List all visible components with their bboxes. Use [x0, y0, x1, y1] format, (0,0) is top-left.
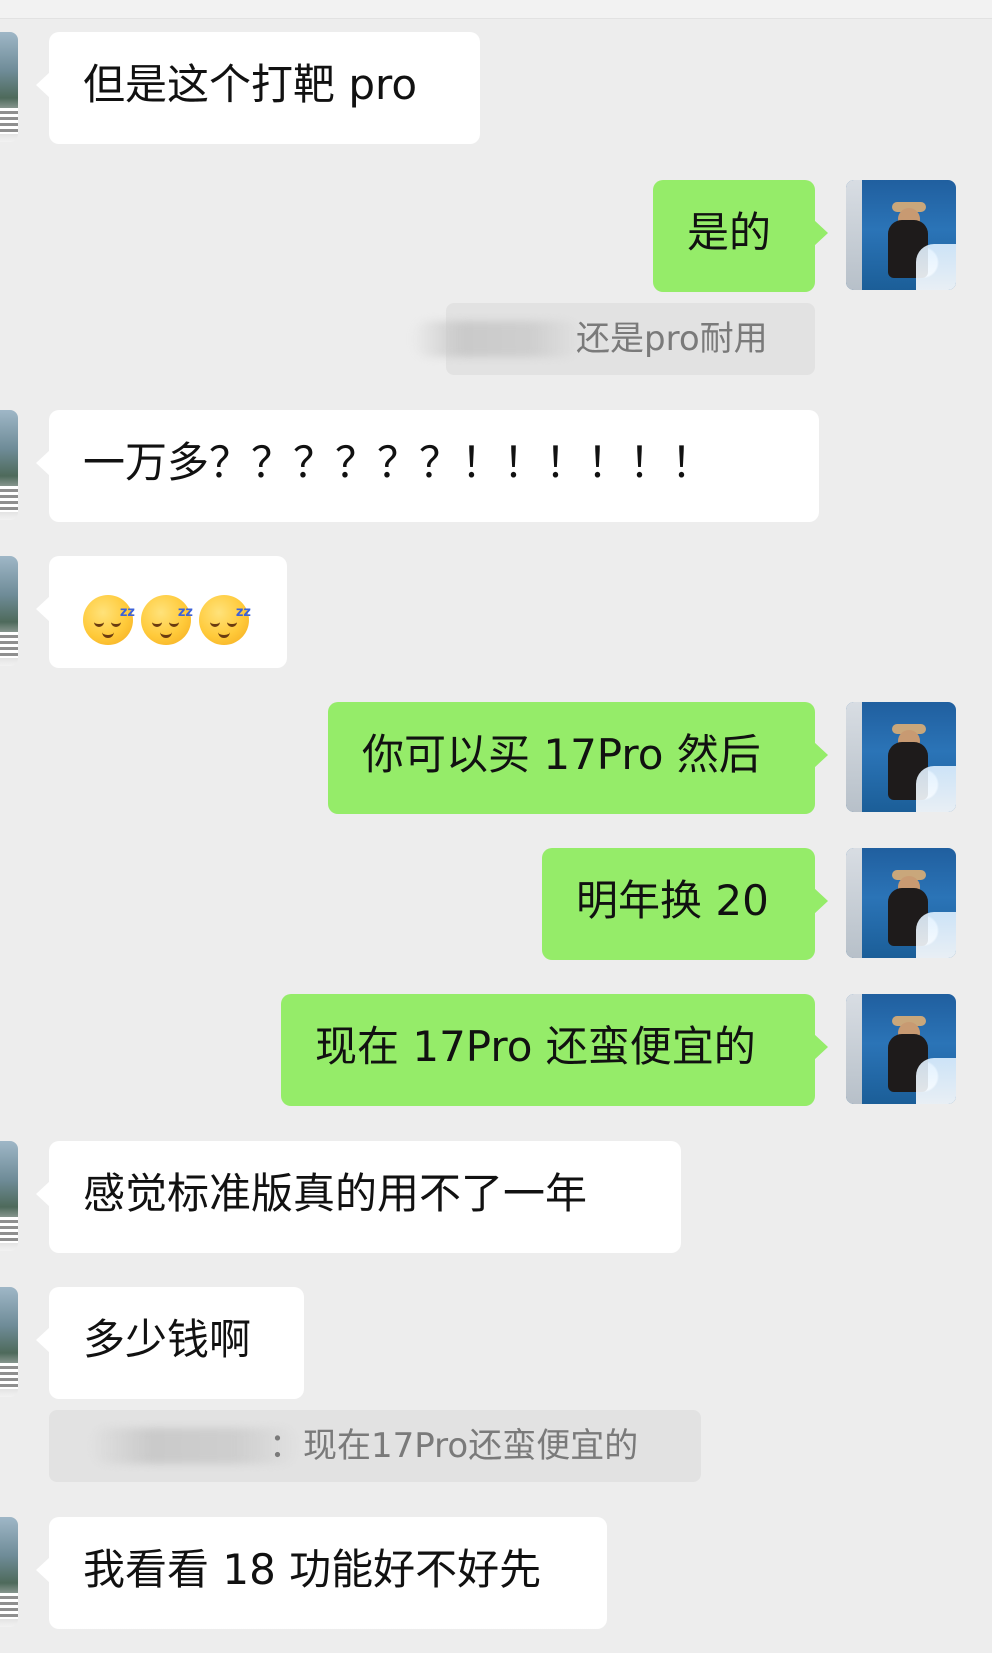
contact-avatar[interactable]: [0, 1287, 18, 1397]
message-text: 但是这个打靶 pro: [83, 60, 418, 109]
message-text: 我看看 18 功能好不好先: [83, 1545, 542, 1594]
avatar-railing: [846, 848, 862, 958]
quoted-reply[interactable]: 还是pro耐用: [412, 303, 815, 375]
blurred-sender-name: [412, 321, 582, 357]
message-bubble-outgoing[interactable]: 现在 17Pro 还蛮便宜的: [281, 994, 828, 1106]
contact-avatar[interactable]: [0, 410, 18, 520]
avatar-railing: [846, 180, 862, 290]
my-avatar[interactable]: [846, 994, 956, 1104]
message-bubble-incoming[interactable]: 一万多？？？？？？！！！！！！: [36, 410, 819, 522]
blurred-sender-name: [89, 1428, 299, 1464]
message-bubble-outgoing[interactable]: 明年换 20: [542, 848, 828, 960]
message-text: 感觉标准版真的用不了一年: [83, 1169, 588, 1218]
my-avatar[interactable]: [846, 180, 956, 290]
contact-avatar[interactable]: [0, 32, 18, 142]
my-avatar[interactable]: [846, 702, 956, 812]
bottom-fade: [0, 1628, 992, 1653]
message-text: 一万多？？？？？？！！！！！！: [83, 438, 714, 487]
contact-avatar[interactable]: [0, 1141, 18, 1251]
message-text: 你可以买 17Pro 然后: [362, 730, 761, 779]
avatar-railing: [846, 994, 862, 1104]
message-bubble-incoming[interactable]: zz zz zz: [36, 556, 287, 668]
quoted-text: 还是pro耐用: [576, 319, 768, 359]
message-text: 明年换 20: [576, 876, 769, 925]
contact-avatar[interactable]: [0, 1517, 18, 1627]
quoted-reply[interactable]: ：现在17Pro还蛮便宜的: [49, 1410, 701, 1482]
avatar-sea-foam: [916, 1058, 956, 1104]
message-text: 现在 17Pro 还蛮便宜的: [315, 1022, 756, 1071]
sleeping-face-emoji: zz: [141, 594, 193, 645]
message-bubble-incoming[interactable]: 感觉标准版真的用不了一年: [36, 1141, 681, 1253]
message-bubble-incoming[interactable]: 但是这个打靶 pro: [36, 32, 480, 144]
top-divider: [0, 0, 992, 19]
message-bubble-incoming[interactable]: 多少钱啊: [36, 1287, 304, 1399]
message-bubble-incoming[interactable]: 我看看 18 功能好不好先: [36, 1517, 607, 1629]
contact-avatar[interactable]: [0, 556, 18, 666]
quoted-text: ：现在17Pro还蛮便宜的: [269, 1426, 639, 1466]
my-avatar[interactable]: [846, 848, 956, 958]
message-text: 是的: [687, 208, 772, 257]
message-bubble-outgoing[interactable]: 是的: [653, 180, 828, 292]
sleeping-face-emoji: zz: [83, 594, 135, 645]
avatar-railing: [846, 702, 862, 812]
avatar-sea-foam: [916, 766, 956, 812]
message-bubble-outgoing[interactable]: 你可以买 17Pro 然后: [328, 702, 828, 814]
sleeping-face-emoji: zz: [199, 594, 251, 645]
avatar-sea-foam: [916, 912, 956, 958]
avatar-sea-foam: [916, 244, 956, 290]
message-text: 多少钱啊: [83, 1315, 252, 1364]
